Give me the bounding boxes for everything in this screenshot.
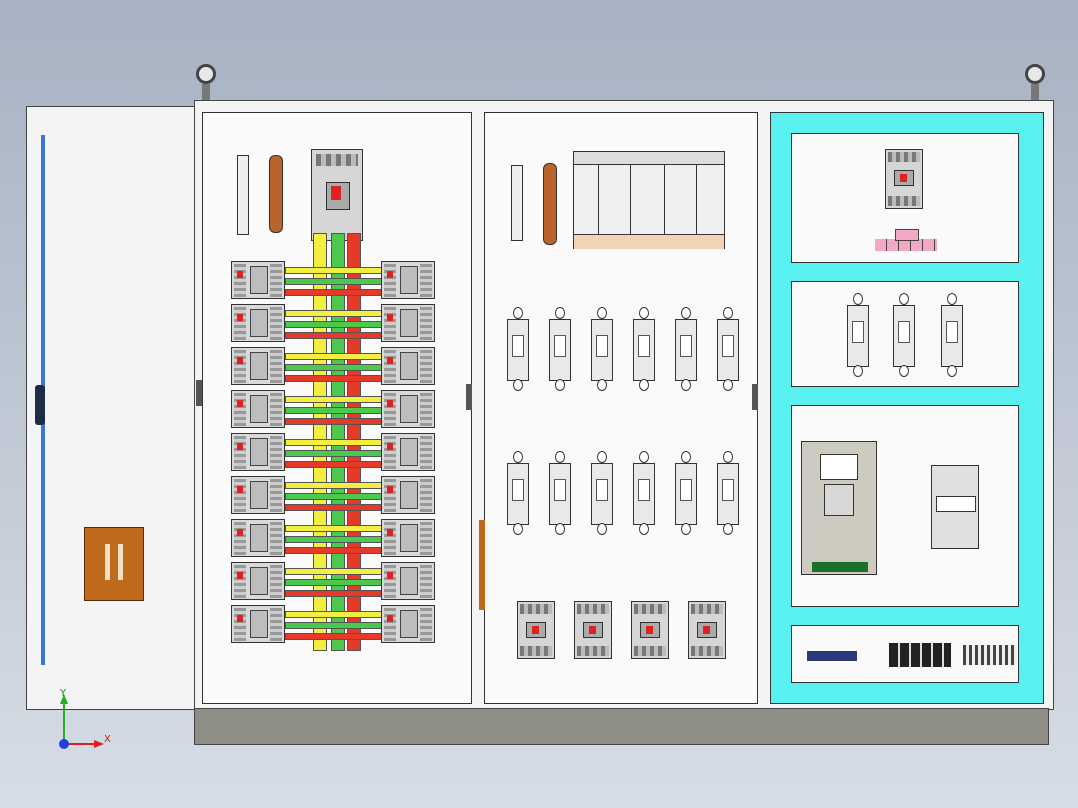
feeder-breaker-left[interactable] xyxy=(231,562,285,600)
hinge xyxy=(752,384,758,410)
fuse-holder[interactable] xyxy=(591,307,613,391)
feeder-breaker-right[interactable] xyxy=(381,562,435,600)
bus-link xyxy=(285,364,383,371)
lifting-eye-icon xyxy=(1025,64,1045,84)
bus-link xyxy=(285,525,383,532)
feeder-breaker-left[interactable] xyxy=(231,261,285,299)
feeder-breaker-left[interactable] xyxy=(231,433,285,471)
soft-starter[interactable] xyxy=(801,441,877,575)
feeder-breaker-left[interactable] xyxy=(231,605,285,643)
branch-breaker[interactable] xyxy=(574,601,612,659)
fuse-rack xyxy=(573,151,725,249)
fuse-holder[interactable] xyxy=(549,307,571,391)
section-1-mounting-plate xyxy=(202,112,472,704)
feeder-breaker-right[interactable] xyxy=(381,347,435,385)
feeder-breaker-left[interactable] xyxy=(231,304,285,342)
fuse-holder[interactable] xyxy=(941,293,963,377)
bus-link xyxy=(285,396,383,403)
bus-link xyxy=(285,310,383,317)
main-breaker[interactable] xyxy=(311,149,363,241)
bus-link xyxy=(285,622,383,629)
feeder-breaker-right[interactable] xyxy=(381,476,435,514)
section-3-frame xyxy=(770,112,1044,704)
bus-link xyxy=(285,375,383,382)
fuse-holder[interactable] xyxy=(507,451,529,535)
bus-link xyxy=(285,267,383,274)
bus-link xyxy=(285,278,383,285)
feeder-breaker-right[interactable] xyxy=(381,433,435,471)
feeder-breaker-left[interactable] xyxy=(231,347,285,385)
axis-triad-icon: Y X xyxy=(56,688,116,750)
fuse-holder[interactable] xyxy=(633,307,655,391)
feeder-breaker-left[interactable] xyxy=(231,390,285,428)
feeder-breaker-left[interactable] xyxy=(231,519,285,557)
feeder-breaker-right[interactable] xyxy=(381,304,435,342)
bus-link xyxy=(285,590,383,597)
fuse-holder[interactable] xyxy=(717,307,739,391)
fuse-holder[interactable] xyxy=(893,293,915,377)
lifting-eye-base xyxy=(202,84,210,100)
lifting-eye-icon xyxy=(196,64,216,84)
terminal-rail-1 xyxy=(807,651,857,661)
feeder-breaker-left[interactable] xyxy=(231,476,285,514)
fuse-holder[interactable] xyxy=(675,307,697,391)
copper-ground-bar xyxy=(543,163,557,245)
bus-link xyxy=(285,407,383,414)
contactor[interactable] xyxy=(931,465,979,549)
fuse-holder[interactable] xyxy=(633,451,655,535)
terminal-strip xyxy=(237,155,249,235)
terminal-rail-3 xyxy=(963,645,1017,665)
lifting-eye-base xyxy=(1031,84,1039,100)
copper-ground-bar xyxy=(269,155,283,233)
hinge xyxy=(479,520,485,610)
bus-link xyxy=(285,289,383,296)
feeder-breaker-right[interactable] xyxy=(381,261,435,299)
bus-link xyxy=(285,353,383,360)
bus-link xyxy=(285,536,383,543)
bus-link xyxy=(285,461,383,468)
fuse-holder[interactable] xyxy=(675,451,697,535)
axis-y-label: Y xyxy=(60,688,67,699)
bus-link xyxy=(285,547,383,554)
door-latch[interactable] xyxy=(35,385,45,425)
door-handle[interactable] xyxy=(84,527,144,601)
terminal-block-pink xyxy=(875,229,937,251)
terminal-rail-2 xyxy=(889,643,951,667)
bus-link xyxy=(285,633,383,640)
feeder-breaker-right[interactable] xyxy=(381,605,435,643)
bus-link xyxy=(285,332,383,339)
branch-breaker[interactable] xyxy=(631,601,669,659)
small-breaker[interactable] xyxy=(885,149,923,209)
fuse-holder[interactable] xyxy=(717,451,739,535)
fuse-holder[interactable] xyxy=(847,293,869,377)
bus-link xyxy=(285,450,383,457)
terminal-strip xyxy=(511,165,523,241)
axis-x-label: X xyxy=(104,734,111,745)
feeder-breaker-right[interactable] xyxy=(381,390,435,428)
fuse-holder[interactable] xyxy=(549,451,571,535)
left-door[interactable] xyxy=(26,106,196,710)
bus-link xyxy=(285,504,383,511)
branch-breaker[interactable] xyxy=(517,601,555,659)
feeder-breaker-right[interactable] xyxy=(381,519,435,557)
bus-link xyxy=(285,493,383,500)
fuse-holder[interactable] xyxy=(507,307,529,391)
hinge xyxy=(196,380,202,406)
bus-link xyxy=(285,439,383,446)
branch-breaker[interactable] xyxy=(688,601,726,659)
bus-link xyxy=(285,418,383,425)
cabinet-plinth xyxy=(194,708,1049,745)
bus-link xyxy=(285,611,383,618)
hinge xyxy=(466,384,472,410)
bus-link xyxy=(285,482,383,489)
bus-link xyxy=(285,579,383,586)
bus-link xyxy=(285,321,383,328)
fuse-holder[interactable] xyxy=(591,451,613,535)
section-2-mounting-plate xyxy=(484,112,758,704)
bus-link xyxy=(285,568,383,575)
